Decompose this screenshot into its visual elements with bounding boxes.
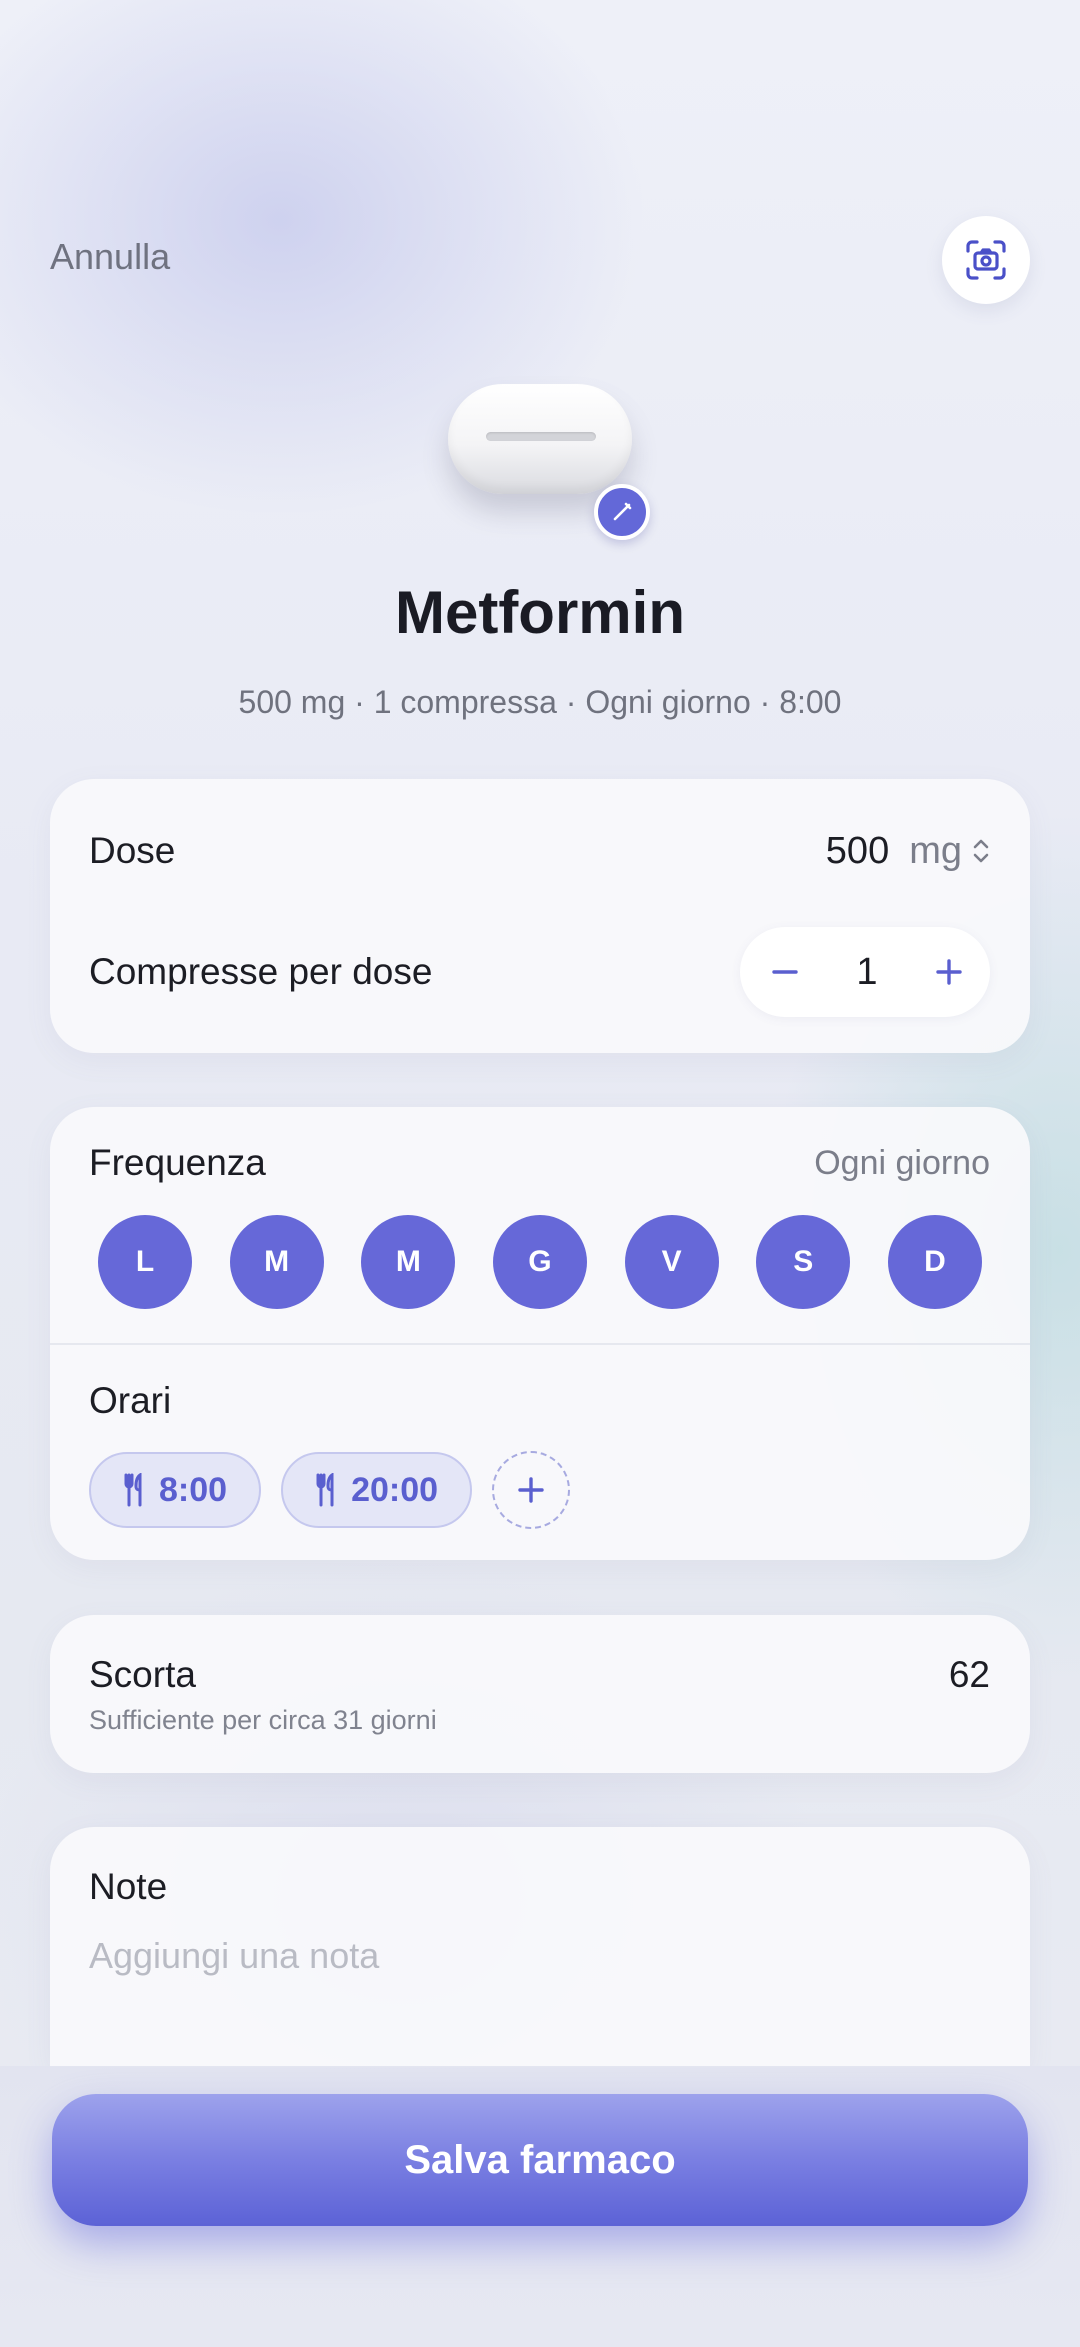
chevron-up-down-icon [973,839,989,863]
day-toggle-friday[interactable]: V [624,1215,719,1309]
tablets-stepper: 1 [740,927,990,1017]
day-toggle-saturday[interactable]: S [756,1215,851,1309]
fork-knife-icon [124,1473,142,1507]
stock-subtitle: Sufficiente per circa 31 giorni [89,1705,437,1735]
pencil-icon [613,502,632,521]
camera-scan-icon [966,240,1006,280]
time-value: 20:00 [351,1470,439,1509]
note-card: Note Aggiungi una nota [50,1827,1030,2067]
frequency-card: Frequenza Ogni giorno L M M G V S D Orar… [50,1107,1030,1560]
plus-icon [518,1477,544,1503]
note-input[interactable]: Aggiungi una nota [89,1935,379,1977]
plus-icon[interactable] [934,957,964,987]
time-value: 8:00 [159,1470,228,1509]
pill-score-line [486,432,596,441]
dose-value: 500 [825,829,890,872]
weekday-selector: L M M G V S D [98,1215,982,1309]
medication-image[interactable] [446,380,650,540]
stock-row: Scorta 62 [89,1645,990,1705]
frequency-row[interactable]: Frequenza Ogni giorno [89,1133,990,1193]
dose-card: Dose 500 mg Compresse per dose 1 [50,779,1030,1053]
tablets-label: Compresse per dose [89,951,433,992]
pill-icon [448,384,632,494]
note-label: Note [89,1866,168,1907]
day-toggle-thursday[interactable]: G [492,1215,587,1309]
day-toggle-sunday[interactable]: D [887,1215,982,1309]
medication-name[interactable]: Metformin [0,578,1080,647]
dose-picker[interactable]: 500 mg [826,830,990,873]
medication-summary: 500 mg · 1 compressa · Ogni giorno · 8:0… [238,684,842,720]
stock-label: Scorta [89,1654,196,1695]
day-toggle-tuesday[interactable]: M [229,1215,324,1309]
scan-button[interactable] [942,216,1030,304]
frequency-value[interactable]: Ogni giorno [814,1144,990,1183]
minus-icon[interactable] [770,957,800,987]
fork-knife-icon [316,1473,334,1507]
stock-card[interactable]: Scorta 62 Sufficiente per circa 31 giorn… [50,1615,1030,1773]
times-header: Orari [89,1369,990,1433]
dose-label: Dose [89,830,176,871]
tablets-value: 1 [856,950,878,993]
stock-value: 62 [948,1654,990,1695]
save-medication-button[interactable]: Salva farmaco [52,2094,1028,2226]
dose-row[interactable]: Dose 500 mg [89,815,990,887]
add-time-button[interactable] [492,1451,571,1529]
dose-unit: mg [909,829,962,872]
times-list: 8:00 20:00 [89,1451,571,1529]
day-toggle-monday[interactable]: L [98,1215,192,1309]
times-label: Orari [89,1380,172,1421]
divider [50,1343,1030,1345]
time-chip[interactable]: 8:00 [89,1452,262,1528]
edit-image-button[interactable] [594,484,650,540]
frequency-label: Frequenza [89,1142,266,1183]
tablets-row: Compresse per dose 1 [89,927,990,1017]
note-header: Note [89,1857,990,1917]
day-toggle-wednesday[interactable]: M [361,1215,456,1309]
cancel-button[interactable]: Annulla [50,236,170,278]
time-chip[interactable]: 20:00 [281,1452,473,1528]
